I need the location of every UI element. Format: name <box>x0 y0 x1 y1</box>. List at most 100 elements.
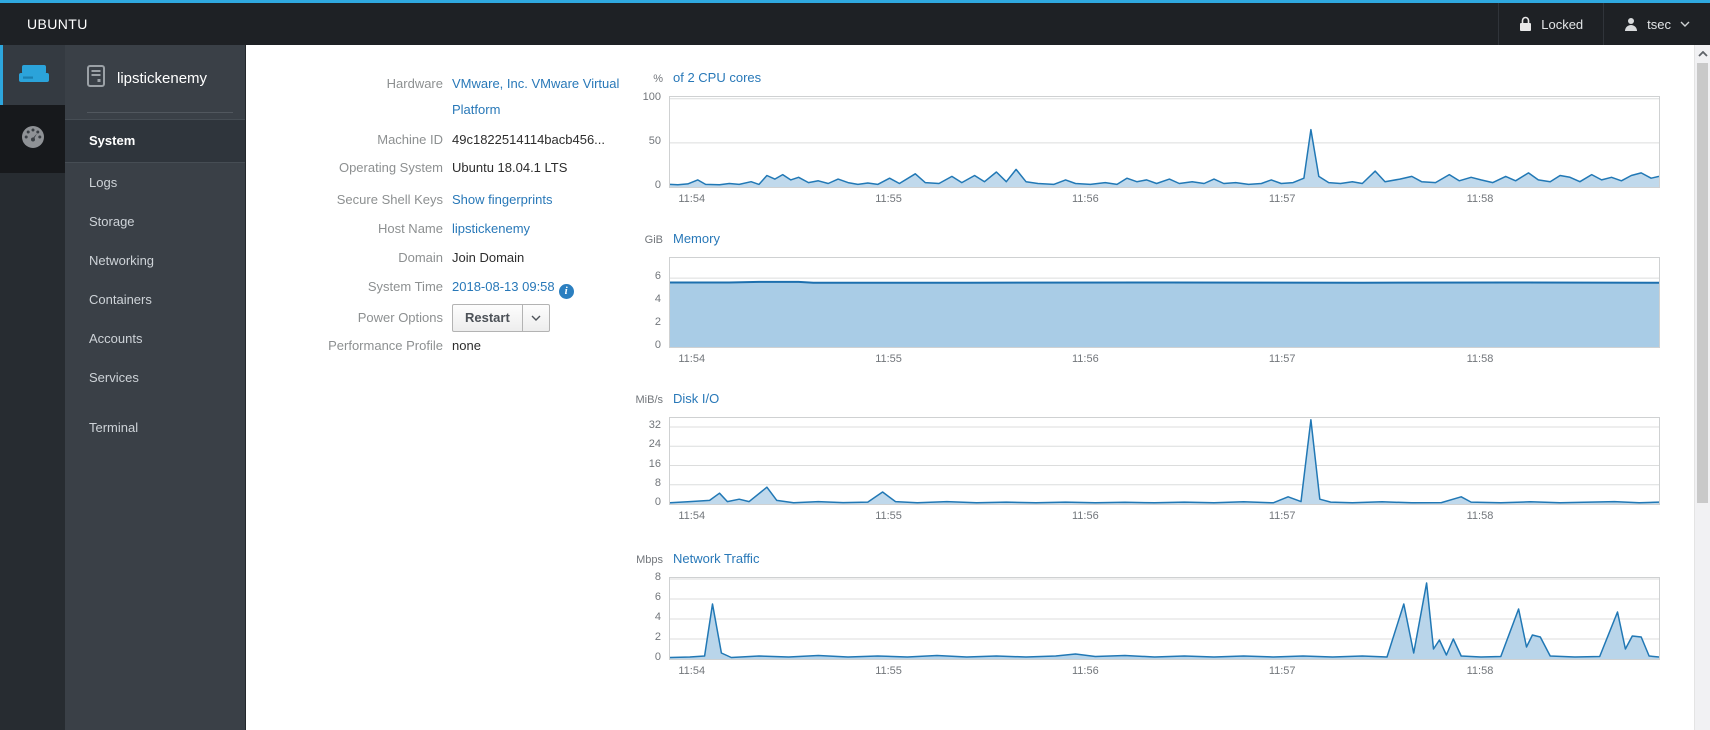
restart-split-button: Restart <box>452 304 550 332</box>
vertical-scrollbar[interactable] <box>1694 45 1710 730</box>
cpu-chart-title-link[interactable]: of 2 CPU cores <box>673 70 761 85</box>
sidebar-host-header: lipstickenemy <box>65 45 245 112</box>
lock-icon <box>1519 16 1532 32</box>
join-domain-link[interactable]: Join Domain <box>452 250 524 265</box>
machine-id-value: 49c1822514114bacb456... <box>452 132 606 147</box>
brand-label: UBUNTU <box>27 16 88 32</box>
x-tick-label: 11:55 <box>875 193 902 205</box>
system-page: Hardware VMware, Inc. VMware Virtual Pla… <box>246 45 1694 730</box>
scroll-up-button[interactable] <box>1695 45 1710 62</box>
network-chart-unit: Mbps <box>636 554 663 566</box>
x-tick-label: 11:56 <box>1072 665 1099 677</box>
network-chart-plot <box>669 577 1660 660</box>
y-tick-label: 50 <box>648 134 661 147</box>
x-tick-label: 11:58 <box>1466 510 1494 522</box>
network-chart-title-link[interactable]: Network Traffic <box>673 551 759 566</box>
hostname-server-icon <box>87 65 105 92</box>
os-value: Ubuntu 18.04.1 LTS <box>452 160 568 175</box>
ssh-keys-label: Secure Shell Keys <box>336 192 443 207</box>
sidebar-item-accounts[interactable]: Accounts <box>65 319 245 358</box>
performance-profile-label: Performance Profile <box>328 338 443 353</box>
restart-button[interactable]: Restart <box>453 305 523 331</box>
disk-io-chart-title-link[interactable]: Disk I/O <box>673 391 719 406</box>
y-tick-label: 100 <box>642 90 661 103</box>
username-label: tsec <box>1647 16 1671 32</box>
sidebar-item-logs[interactable]: Logs <box>65 163 245 202</box>
y-tick-label: 2 <box>654 631 661 643</box>
sidebar-item-terminal[interactable]: Terminal <box>65 408 245 447</box>
x-tick-label: 11:55 <box>875 510 902 522</box>
y-tick-label: 8 <box>654 476 661 489</box>
disk-io-chart-plot <box>669 417 1660 505</box>
power-options-label: Power Options <box>357 310 443 325</box>
host-server-icon <box>19 62 49 89</box>
y-tick-label: 0 <box>654 179 661 191</box>
cpu-chart-unit: % <box>653 73 663 85</box>
cpu-chart-plot <box>669 96 1660 188</box>
x-tick-label: 11:54 <box>678 353 706 365</box>
restart-caret-button[interactable] <box>523 305 549 331</box>
system-time-link[interactable]: 2018-08-13 09:58 <box>452 279 555 294</box>
user-icon <box>1624 17 1638 31</box>
memory-chart-plot <box>669 257 1660 348</box>
info-row-os: Operating System Ubuntu 18.04.1 LTS <box>246 160 567 176</box>
x-tick-label: 11:57 <box>1268 665 1296 677</box>
y-tick-label: 4 <box>654 611 661 623</box>
x-tick-label: 11:57 <box>1268 193 1296 205</box>
memory-chart-title-link[interactable]: Memory <box>673 231 720 246</box>
sidebar-item-networking[interactable]: Networking <box>65 241 245 280</box>
sidebar-hostname: lipstickenemy <box>117 70 208 87</box>
caret-down-icon <box>531 315 541 321</box>
dashboard-nav-button[interactable] <box>0 105 65 173</box>
locked-button[interactable]: Locked <box>1499 3 1603 45</box>
y-tick-label: 8 <box>654 571 661 583</box>
user-menu-button[interactable]: tsec <box>1604 3 1710 45</box>
host-name-label: Host Name <box>377 221 443 236</box>
x-tick-label: 11:54 <box>678 665 706 677</box>
y-tick-label: 2 <box>654 316 661 329</box>
dashboard-gauge-icon <box>20 124 46 155</box>
sidebar-item-services[interactable]: Services <box>65 358 245 397</box>
memory-chart-unit: GiB <box>644 234 663 246</box>
sidebar: lipstickenemy System Logs Storage Networkin… <box>65 45 246 730</box>
scrollbar-thumb[interactable] <box>1697 63 1708 503</box>
top-navbar: UBUNTU Locked tsec <box>0 0 1710 45</box>
y-tick-label: 6 <box>654 270 661 283</box>
x-tick-label: 11:56 <box>1072 353 1099 365</box>
domain-label: Domain <box>398 250 443 265</box>
sidebar-divider <box>87 112 233 113</box>
sidebar-nav: System Logs Storage Networking Containers Acc… <box>65 119 245 447</box>
info-row-performance-profile: Performance Profile none <box>246 338 481 354</box>
x-tick-label: 11:55 <box>875 665 902 677</box>
x-tick-label: 11:58 <box>1466 665 1494 677</box>
info-row-domain: Domain Join Domain <box>246 250 524 266</box>
app-icon-strip <box>0 45 65 730</box>
show-fingerprints-link[interactable]: Show fingerprints <box>452 192 552 207</box>
x-tick-label: 11:57 <box>1268 353 1296 365</box>
info-row-power-options: Power Options Restart <box>246 304 550 332</box>
y-tick-label: 32 <box>648 419 661 432</box>
info-row-machine-id: Machine ID 49c1822514114bacb456... <box>246 132 605 148</box>
x-tick-label: 11:55 <box>875 353 902 365</box>
y-tick-label: 16 <box>648 457 661 470</box>
locked-label: Locked <box>1541 16 1584 32</box>
sidebar-item-containers[interactable]: Containers <box>65 280 245 319</box>
host-nav-button[interactable] <box>0 45 65 105</box>
info-icon[interactable]: i <box>558 284 574 299</box>
x-tick-label: 11:54 <box>678 193 706 205</box>
y-tick-label: 24 <box>648 438 661 451</box>
x-tick-label: 11:58 <box>1466 353 1494 365</box>
scroll-up-icon <box>1697 50 1708 57</box>
y-tick-label: 4 <box>654 293 661 306</box>
sidebar-item-system[interactable]: System <box>65 119 245 163</box>
host-name-link[interactable]: lipstickenemy <box>452 221 530 236</box>
performance-profile-value: none <box>452 338 481 353</box>
y-tick-label: 0 <box>654 339 661 351</box>
y-tick-label: 0 <box>654 651 661 663</box>
system-time-label: System Time <box>367 279 443 294</box>
info-row-system-time: System Time 2018-08-13 09:58 i <box>246 279 574 299</box>
disk-io-chart-unit: MiB/s <box>635 394 664 406</box>
os-label: Operating System <box>338 160 443 175</box>
caret-down-icon <box>1680 21 1690 27</box>
sidebar-item-storage[interactable]: Storage <box>65 202 245 241</box>
